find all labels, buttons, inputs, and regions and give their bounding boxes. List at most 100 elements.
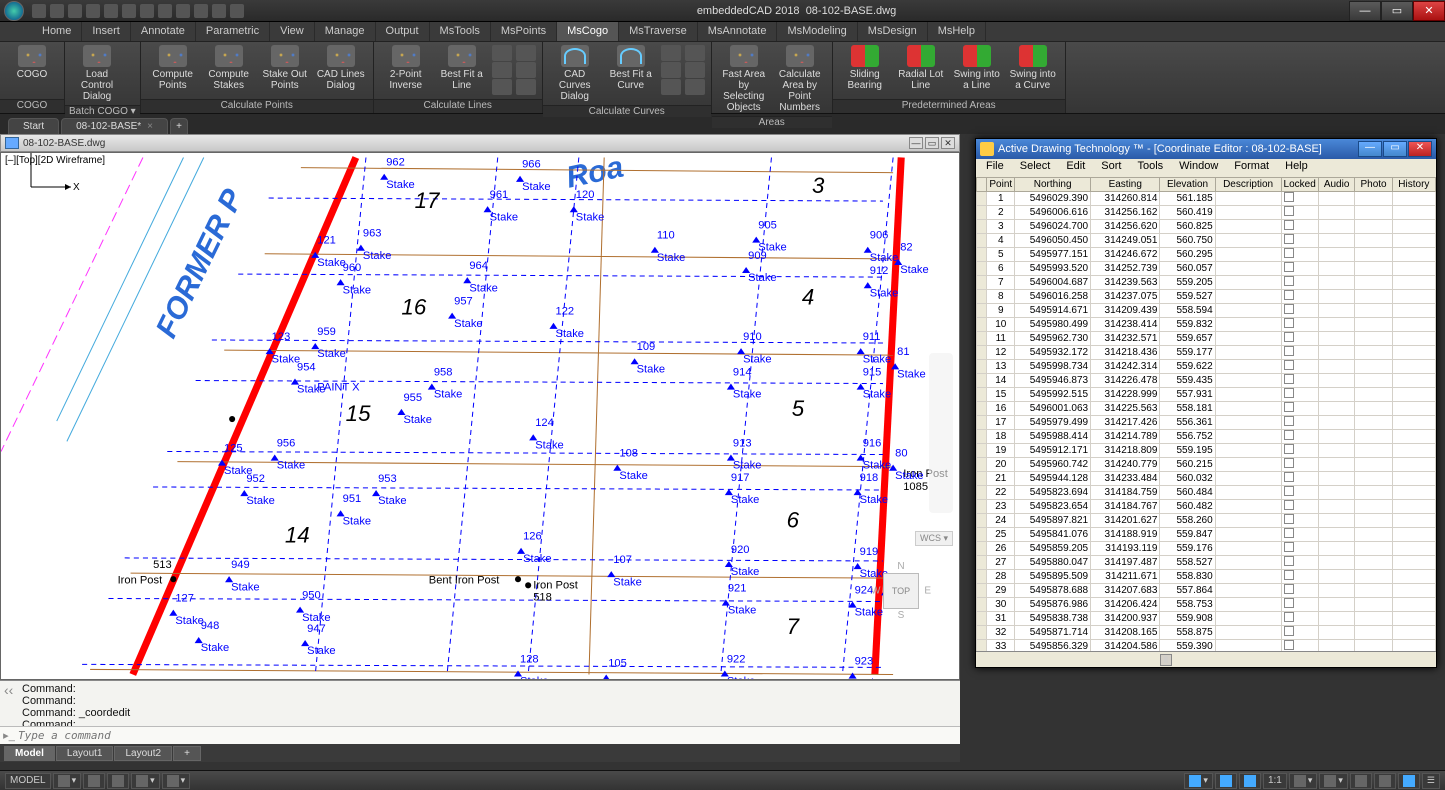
coord-row[interactable]: 165496001.063314225.563558.181 [977,402,1436,416]
coord-menu-file[interactable]: File [978,159,1012,177]
coord-row[interactable]: 215495944.128314233.484560.032 [977,472,1436,486]
coord-row[interactable]: 75496004.687314239.563559.205 [977,276,1436,290]
coord-menu-help[interactable]: Help [1277,159,1316,177]
qat-button[interactable] [68,4,82,18]
status-snap-button[interactable] [83,773,105,789]
coord-row[interactable]: 225495823.694314184.759560.484 [977,486,1436,500]
ribbon-tab-msannotate[interactable]: MsAnnotate [698,22,778,41]
qat-button[interactable] [194,4,208,18]
coord-row[interactable]: 25496006.616314256.162560.419 [977,206,1436,220]
coord-close-button[interactable]: ✕ [1408,141,1432,157]
ribbon-stake-out-points[interactable]: Stake Out Points [257,44,313,92]
coord-row[interactable]: 295495878.688314207.683557.864 [977,584,1436,598]
ribbon-small-button[interactable] [661,45,681,61]
doc-minimize-button[interactable]: — [909,137,923,149]
coord-menu-select[interactable]: Select [1012,159,1059,177]
status-polar-button[interactable]: ▾ [131,773,160,789]
maximize-button[interactable]: ▭ [1381,1,1413,21]
coord-row[interactable]: 335495856.329314204.586559.390 [977,640,1436,652]
coord-row[interactable]: 275495880.047314197.487558.527 [977,556,1436,570]
coord-col-elevation[interactable]: Elevation [1160,178,1215,192]
coord-row[interactable]: 315495838.738314200.937559.908 [977,612,1436,626]
ribbon-tab-annotate[interactable]: Annotate [131,22,196,41]
coord-row[interactable]: 135495998.734314242.314559.622 [977,360,1436,374]
ribbon-tab-msdesign[interactable]: MsDesign [858,22,928,41]
coord-row[interactable]: 285495895.509314211.671558.830 [977,570,1436,584]
coord-row[interactable]: 195495912.171314218.809559.195 [977,444,1436,458]
coord-row[interactable]: 255495841.076314188.919559.847 [977,528,1436,542]
coord-row[interactable]: 15496029.390314260.814561.185 [977,192,1436,206]
coord-row[interactable]: 185495988.414314214.789556.752 [977,430,1436,444]
new-tab-button[interactable]: + [170,118,188,134]
ribbon-fast-area-by-selecting-objects[interactable]: Fast Area by Selecting Objects [716,44,772,114]
ribbon-tab-view[interactable]: View [270,22,315,41]
ribbon-tab-mstraverse[interactable]: MsTraverse [619,22,698,41]
layout-tab-model[interactable]: Model [4,746,55,761]
coord-scrollbar[interactable]: ⦀ [976,651,1436,667]
qat-button[interactable] [32,4,46,18]
ribbon-tab-mstools[interactable]: MsTools [430,22,491,41]
ribbon-best-fit-a-curve[interactable]: Best Fit a Curve [603,44,659,92]
ribbon-small-button[interactable] [685,62,705,78]
coord-row[interactable]: 95495914.671314209.439558.594 [977,304,1436,318]
ribbon-swing-into-a-line[interactable]: Swing into a Line [949,44,1005,92]
ribbon-small-button[interactable] [492,45,512,61]
coord-menu-format[interactable]: Format [1226,159,1277,177]
coord-grid[interactable]: PointNorthingEastingElevationDescription… [976,177,1436,651]
status-scale-button[interactable]: 1:1 [1263,773,1287,789]
qat-button[interactable] [122,4,136,18]
ribbon-radial-lot-line[interactable]: Radial Lot Line [893,44,949,92]
ribbon-tab-mshelp[interactable]: MsHelp [928,22,986,41]
qat-button[interactable] [50,4,64,18]
ribbon-tab-parametric[interactable]: Parametric [196,22,270,41]
ribbon-tab-mspoints[interactable]: MsPoints [491,22,557,41]
qat-button[interactable] [212,4,226,18]
coord-row[interactable]: 145495946.873314226.478559.435 [977,374,1436,388]
coord-row[interactable]: 305495876.986314206.424558.753 [977,598,1436,612]
ribbon-small-button[interactable] [685,45,705,61]
ribbon-small-button[interactable] [661,62,681,78]
coord-row[interactable]: 65495993.520314252.739560.057 [977,262,1436,276]
ribbon-tab-output[interactable]: Output [376,22,430,41]
status-lwt-button[interactable] [1239,773,1261,789]
coord-row[interactable]: 245495897.821314201.627558.260 [977,514,1436,528]
coord-row[interactable]: 115495962.730314232.571559.657 [977,332,1436,346]
coord-maximize-button[interactable]: ▭ [1383,141,1407,157]
status-iso-button[interactable]: ▾ [1184,773,1213,789]
ribbon-tab-msmodeling[interactable]: MsModeling [777,22,857,41]
status-osnap-button[interactable]: ▾ [162,773,191,789]
coord-menu-sort[interactable]: Sort [1093,159,1129,177]
app-logo[interactable] [4,1,24,21]
qat-button[interactable] [86,4,100,18]
ribbon-small-button[interactable] [516,79,536,95]
status-custom-button[interactable] [1398,773,1420,789]
qat-button[interactable] [140,4,154,18]
coord-titlebar[interactable]: Active Drawing Technology ™ - [Coordinat… [976,139,1436,159]
status-gear-button[interactable]: ▾ [1319,773,1348,789]
ribbon-cogo[interactable]: COGO [4,44,60,81]
ribbon-small-button[interactable] [685,79,705,95]
status-model-button[interactable]: MODEL [5,773,51,789]
status-ortho-button[interactable] [107,773,129,789]
ribbon-tab-home[interactable]: Home [32,22,82,41]
qat-button[interactable] [176,4,190,18]
coord-row[interactable]: 205495960.742314240.779560.215 [977,458,1436,472]
qat-button[interactable] [230,4,244,18]
close-icon[interactable]: × [147,121,153,132]
status-clean-button[interactable] [1374,773,1396,789]
file-tab[interactable]: Start [8,118,59,134]
coord-row[interactable]: 125495932.172314218.436559.177 [977,346,1436,360]
ribbon-small-button[interactable] [492,79,512,95]
ribbon-calculate-area-by-point-numbers[interactable]: Calculate Area by Point Numbers [772,44,828,114]
coord-row[interactable]: 155495992.515314228.999557.931 [977,388,1436,402]
ribbon-tab-insert[interactable]: Insert [82,22,131,41]
coord-col-photo[interactable]: Photo [1355,178,1392,192]
ribbon-cad-curves-dialog[interactable]: CAD Curves Dialog [547,44,603,103]
coord-row[interactable]: 265495859.205314193.119559.176 [977,542,1436,556]
ribbon-small-button[interactable] [661,79,681,95]
coord-row[interactable]: 85496016.258314237.075559.527 [977,290,1436,304]
ribbon-compute-points[interactable]: Compute Points [145,44,201,92]
coord-col-audio[interactable]: Audio [1318,178,1355,192]
doc-close-button[interactable]: ✕ [941,137,955,149]
qat-button[interactable] [158,4,172,18]
